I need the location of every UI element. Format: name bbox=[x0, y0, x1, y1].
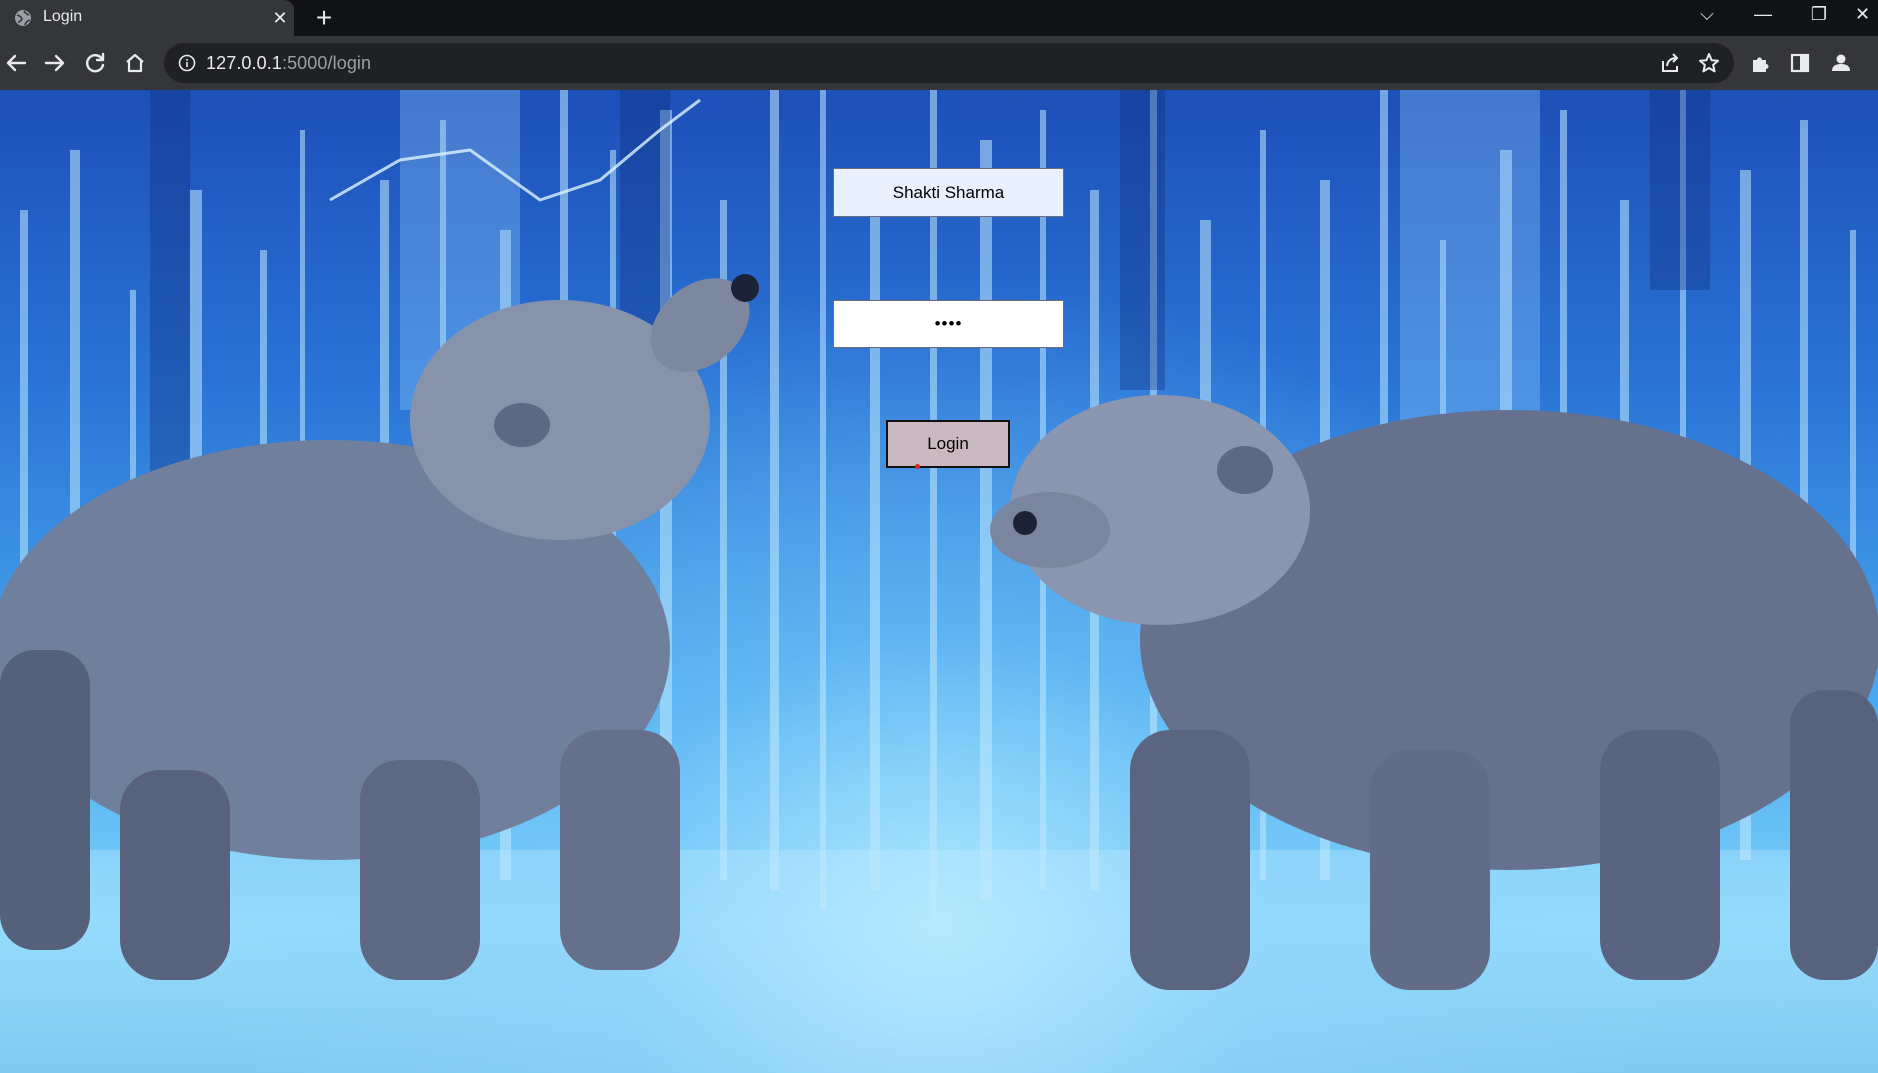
mouse-cursor-marker bbox=[915, 464, 920, 469]
tab-login[interactable]: Login ✕ bbox=[0, 0, 294, 36]
reload-icon[interactable] bbox=[80, 48, 110, 78]
browser-toolbar: 127.0.0.1:5000/login bbox=[0, 36, 1878, 90]
stock-market-bears-background bbox=[0, 90, 1878, 1073]
url-text: 127.0.0.1:5000/login bbox=[206, 53, 371, 74]
tab-search-icon[interactable]: ⌵ bbox=[1679, 0, 1735, 30]
window-close-icon[interactable]: ✕ bbox=[1847, 0, 1878, 30]
url-path: :5000/login bbox=[281, 53, 372, 73]
login-page: Login bbox=[0, 90, 1878, 1073]
forward-arrow-icon[interactable] bbox=[40, 48, 70, 78]
home-icon[interactable] bbox=[120, 48, 150, 78]
info-icon[interactable] bbox=[178, 54, 196, 72]
password-input[interactable] bbox=[833, 300, 1064, 348]
login-button[interactable]: Login bbox=[886, 420, 1010, 468]
tab-strip: Login ✕ + ⌵ — ❐ ✕ bbox=[0, 0, 1878, 36]
tab-title: Login bbox=[43, 8, 83, 25]
close-icon[interactable]: ✕ bbox=[270, 6, 290, 30]
share-icon[interactable] bbox=[1655, 48, 1685, 78]
back-arrow-icon[interactable] bbox=[1, 48, 31, 78]
extensions-icon[interactable] bbox=[1745, 48, 1775, 78]
globe-icon bbox=[14, 9, 32, 27]
url-host: 127.0.0.1 bbox=[206, 53, 282, 73]
side-panel-icon[interactable] bbox=[1785, 48, 1815, 78]
profile-icon[interactable] bbox=[1826, 48, 1856, 78]
restore-icon[interactable]: ❐ bbox=[1791, 0, 1847, 30]
star-icon[interactable] bbox=[1694, 48, 1724, 78]
plus-icon[interactable]: + bbox=[308, 3, 340, 33]
username-input[interactable] bbox=[833, 168, 1064, 217]
address-bar[interactable]: 127.0.0.1:5000/login bbox=[164, 43, 1734, 83]
minimize-icon[interactable]: — bbox=[1735, 0, 1791, 30]
